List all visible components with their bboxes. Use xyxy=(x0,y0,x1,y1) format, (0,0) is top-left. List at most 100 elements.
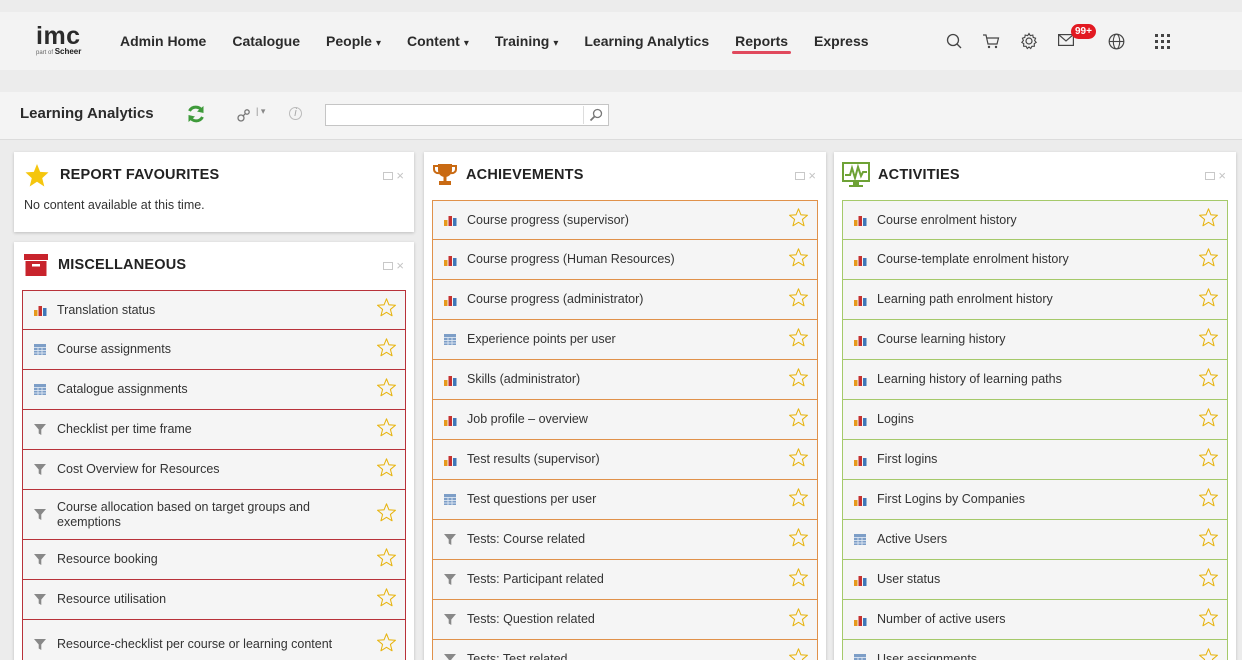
report-row[interactable]: Catalogue assignments xyxy=(22,370,406,410)
report-row[interactable]: Number of active users xyxy=(842,600,1228,640)
report-label[interactable]: Tests: Course related xyxy=(467,532,585,547)
favourite-star-icon[interactable] xyxy=(376,547,397,572)
favourite-star-icon[interactable] xyxy=(1198,527,1219,552)
report-label[interactable]: Course learning history xyxy=(877,332,1006,347)
favourite-star-icon[interactable] xyxy=(788,367,809,392)
nav-item-admin-home[interactable]: Admin Home xyxy=(120,33,206,49)
favourite-star-icon[interactable] xyxy=(788,327,809,352)
report-row[interactable]: Experience points per user xyxy=(432,320,818,360)
report-row[interactable]: Course enrolment history xyxy=(842,200,1228,240)
report-label[interactable]: User status xyxy=(877,572,940,587)
report-row[interactable]: First logins xyxy=(842,440,1228,480)
favourite-star-icon[interactable] xyxy=(376,502,397,527)
report-row[interactable]: User status xyxy=(842,560,1228,600)
favourite-star-icon[interactable] xyxy=(788,487,809,512)
report-label[interactable]: Resource-checklist per course or learnin… xyxy=(57,637,332,652)
report-row[interactable]: Translation status xyxy=(22,290,406,330)
nav-item-people[interactable]: People ▾ xyxy=(326,33,381,49)
report-row[interactable]: Active Users xyxy=(842,520,1228,560)
favourite-star-icon[interactable] xyxy=(1198,447,1219,472)
favourite-star-icon[interactable] xyxy=(788,247,809,272)
report-row[interactable]: Resource booking xyxy=(22,540,406,580)
report-row[interactable]: Test results (supervisor) xyxy=(432,440,818,480)
report-label[interactable]: Course enrolment history xyxy=(877,213,1017,228)
report-label[interactable]: Active Users xyxy=(877,532,947,547)
favourite-star-icon[interactable] xyxy=(788,527,809,552)
report-label[interactable]: First logins xyxy=(877,452,937,467)
report-row[interactable]: Tests: Question related xyxy=(432,600,818,640)
favourite-star-icon[interactable] xyxy=(376,587,397,612)
report-row[interactable]: Course learning history xyxy=(842,320,1228,360)
minimize-icon[interactable] xyxy=(383,172,394,180)
report-row[interactable]: Checklist per time frame xyxy=(22,410,406,450)
search-button[interactable] xyxy=(583,106,607,124)
favourite-star-icon[interactable] xyxy=(1198,647,1219,660)
nav-item-learning-analytics[interactable]: Learning Analytics xyxy=(584,33,709,49)
report-label[interactable]: Course progress (Human Resources) xyxy=(467,252,675,267)
favourite-star-icon[interactable] xyxy=(1198,607,1219,632)
favourite-star-icon[interactable] xyxy=(1198,487,1219,512)
report-row[interactable]: Tests: Participant related xyxy=(432,560,818,600)
favourite-star-icon[interactable] xyxy=(1198,247,1219,272)
favourite-star-icon[interactable] xyxy=(788,567,809,592)
report-label[interactable]: Learning history of learning paths xyxy=(877,372,1062,387)
report-label[interactable]: Checklist per time frame xyxy=(57,422,192,437)
report-row[interactable]: Tests: Test related xyxy=(432,640,818,660)
favourite-star-icon[interactable] xyxy=(1198,407,1219,432)
report-label[interactable]: Course-template enrolment history xyxy=(877,252,1069,267)
report-label[interactable]: Logins xyxy=(877,412,914,427)
report-row[interactable]: Resource utilisation xyxy=(22,580,406,620)
share-dropdown-caret-icon[interactable]: | ▾ xyxy=(256,106,265,117)
favourite-star-icon[interactable] xyxy=(1198,327,1219,352)
info-icon[interactable]: i xyxy=(289,107,302,120)
report-row[interactable]: Course progress (administrator) xyxy=(432,280,818,320)
report-row[interactable]: Course progress (Human Resources) xyxy=(432,240,818,280)
report-label[interactable]: Translation status xyxy=(57,303,155,318)
report-label[interactable]: Test results (supervisor) xyxy=(467,452,600,467)
favourite-star-icon[interactable] xyxy=(1198,208,1219,233)
report-label[interactable]: Resource utilisation xyxy=(57,592,166,607)
report-row[interactable]: Course assignments xyxy=(22,330,406,370)
report-label[interactable]: Tests: Test related xyxy=(467,652,568,660)
report-row[interactable]: Course allocation based on target groups… xyxy=(22,490,406,540)
report-row[interactable]: Learning history of learning paths xyxy=(842,360,1228,400)
nav-item-content[interactable]: Content ▾ xyxy=(407,33,469,49)
nav-item-catalogue[interactable]: Catalogue xyxy=(232,33,300,49)
minimize-icon[interactable] xyxy=(383,262,394,270)
report-row[interactable]: User assignments xyxy=(842,640,1228,660)
search-icon[interactable] xyxy=(946,33,962,49)
report-label[interactable]: Course progress (supervisor) xyxy=(467,213,629,228)
close-icon[interactable]: × xyxy=(396,169,404,182)
favourite-star-icon[interactable] xyxy=(1198,567,1219,592)
minimize-icon[interactable] xyxy=(1205,172,1216,180)
favourite-star-icon[interactable] xyxy=(376,632,397,657)
favourite-star-icon[interactable] xyxy=(1198,287,1219,312)
nav-item-reports[interactable]: Reports xyxy=(732,33,791,54)
favourite-star-icon[interactable] xyxy=(376,417,397,442)
report-row[interactable]: Course-template enrolment history xyxy=(842,240,1228,280)
favourite-star-icon[interactable] xyxy=(1198,367,1219,392)
report-label[interactable]: Test questions per user xyxy=(467,492,596,507)
close-icon[interactable]: × xyxy=(396,259,404,272)
report-row[interactable]: First Logins by Companies xyxy=(842,480,1228,520)
report-label[interactable]: Course assignments xyxy=(57,342,171,357)
nav-item-training[interactable]: Training ▾ xyxy=(495,33,558,49)
report-row[interactable]: Skills (administrator) xyxy=(432,360,818,400)
report-label[interactable]: Cost Overview for Resources xyxy=(57,462,220,477)
report-label[interactable]: Catalogue assignments xyxy=(57,382,188,397)
report-label[interactable]: Tests: Participant related xyxy=(467,572,604,587)
favourite-star-icon[interactable] xyxy=(376,298,397,323)
search-input[interactable] xyxy=(326,105,580,125)
favourite-star-icon[interactable] xyxy=(788,447,809,472)
minimize-icon[interactable] xyxy=(795,172,806,180)
mail-icon[interactable]: 99+ xyxy=(1058,24,1098,52)
report-label[interactable]: Skills (administrator) xyxy=(467,372,580,387)
report-row[interactable]: Resource-checklist per course or learnin… xyxy=(22,620,406,660)
report-label[interactable]: Course progress (administrator) xyxy=(467,292,643,307)
apps-grid-icon[interactable] xyxy=(1155,33,1170,49)
favourite-star-icon[interactable] xyxy=(788,208,809,233)
favourite-star-icon[interactable] xyxy=(376,457,397,482)
close-icon[interactable]: × xyxy=(1218,169,1226,182)
report-label[interactable]: Tests: Question related xyxy=(467,612,595,627)
favourite-star-icon[interactable] xyxy=(788,647,809,660)
